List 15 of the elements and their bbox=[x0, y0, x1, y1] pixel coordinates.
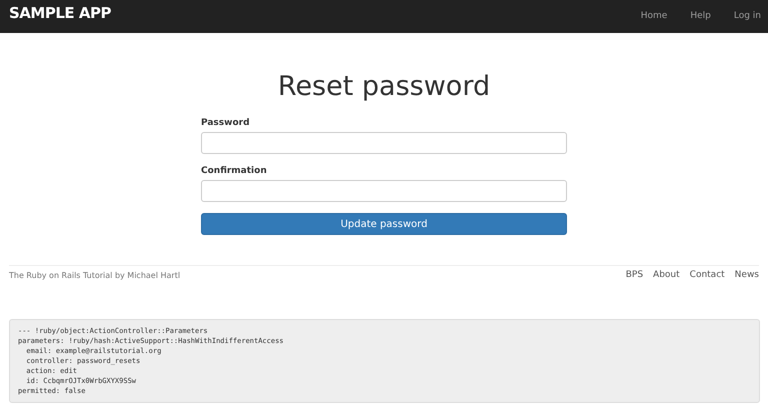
page-title: Reset password bbox=[278, 71, 490, 102]
footer-link[interactable]: BPS bbox=[626, 270, 644, 280]
footer-credit: The Ruby on Rails Tutorial by Michael Hartl bbox=[9, 270, 180, 280]
nav-link[interactable]: Home bbox=[640, 11, 668, 21]
field-label: Password bbox=[201, 118, 251, 128]
nav-link[interactable]: Help bbox=[690, 11, 711, 21]
nav-link[interactable]: Log in bbox=[734, 11, 761, 21]
submit-button[interactable]: Update password bbox=[201, 213, 567, 235]
footer-link[interactable]: News bbox=[734, 270, 759, 280]
field-label: Confirmation bbox=[201, 166, 268, 176]
footer-link[interactable]: Contact bbox=[690, 270, 725, 280]
app-logo[interactable]: SAMPLE APP bbox=[9, 4, 111, 22]
footer-link[interactable]: About bbox=[653, 270, 680, 280]
input-field[interactable] bbox=[201, 132, 567, 154]
input-field[interactable] bbox=[201, 180, 567, 202]
